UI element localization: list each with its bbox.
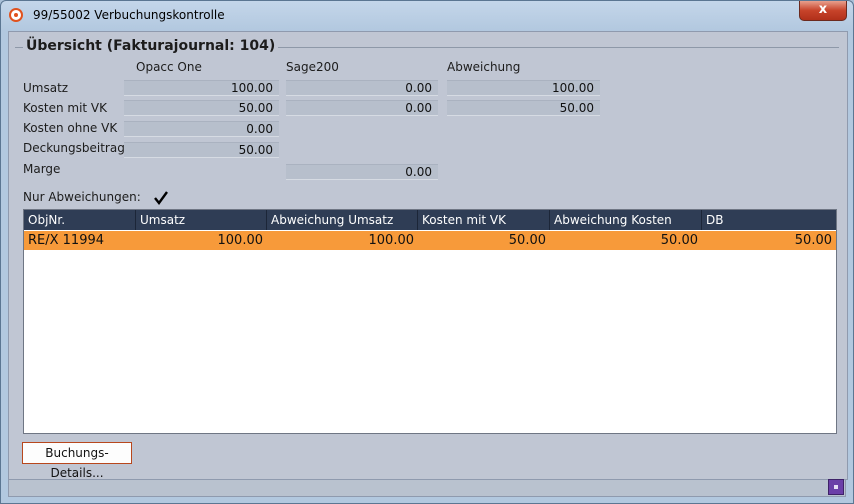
grid-header-objnr[interactable]: ObjNr. xyxy=(24,210,136,230)
status-bar xyxy=(8,479,846,497)
label-umsatz: Umsatz xyxy=(23,81,69,95)
kosten-mit-vk-sage-field[interactable]: 0.00 xyxy=(286,100,438,116)
journal-grid: ObjNr. Umsatz Abweichung Umsatz Kosten m… xyxy=(23,209,837,434)
umsatz-sage-field[interactable]: 0.00 xyxy=(286,80,438,96)
app-icon xyxy=(9,8,23,22)
title-bar: 99/55002 Verbuchungskontrolle x xyxy=(1,1,853,31)
filter-label: Nur Abweichungen: xyxy=(23,190,141,204)
column-header-opacc: Opacc One xyxy=(136,60,202,74)
window: 99/55002 Verbuchungskontrolle x Übersich… xyxy=(0,0,854,504)
cell-kosten-mit-vk[interactable]: 50.00 xyxy=(418,231,550,250)
label-kosten-mit-vk: Kosten mit VK xyxy=(23,101,107,115)
umsatz-abweichung-field[interactable]: 100.00 xyxy=(447,80,600,96)
column-header-abweichung: Abweichung xyxy=(447,60,521,74)
grid-header-kosten-mit-vk[interactable]: Kosten mit VK xyxy=(418,210,550,230)
grid-header-abweichung-kosten[interactable]: Abweichung Kosten xyxy=(550,210,702,230)
column-header-sage: Sage200 xyxy=(286,60,339,74)
window-title: 99/55002 Verbuchungskontrolle xyxy=(33,8,225,22)
grid-header-abweichung-umsatz[interactable]: Abweichung Umsatz xyxy=(267,210,418,230)
kosten-mit-vk-abweichung-field[interactable]: 50.00 xyxy=(447,100,600,116)
dialog-content: Übersicht (Fakturajournal: 104) Opacc On… xyxy=(8,31,848,480)
label-deckungsbeitrag: Deckungsbeitrag xyxy=(23,141,125,155)
kosten-ohne-vk-opacc-field[interactable]: 0.00 xyxy=(124,121,279,137)
marge-sage-field[interactable]: 0.00 xyxy=(286,164,438,180)
grid-header-umsatz[interactable]: Umsatz xyxy=(136,210,267,230)
close-button[interactable]: x xyxy=(799,1,847,21)
umsatz-opacc-field[interactable]: 100.00 xyxy=(124,80,279,96)
deckungsbeitrag-opacc-field[interactable]: 50.00 xyxy=(124,142,279,158)
cell-abweichung-kosten[interactable]: 50.00 xyxy=(550,231,702,250)
cell-umsatz[interactable]: 100.00 xyxy=(136,231,267,250)
label-marge: Marge xyxy=(23,162,61,176)
table-row[interactable]: RE/X 11994 100.00 100.00 50.00 50.00 50.… xyxy=(24,231,836,250)
grid-header: ObjNr. Umsatz Abweichung Umsatz Kosten m… xyxy=(24,210,836,230)
booking-details-button[interactable]: Buchungs-Details... xyxy=(22,442,132,480)
resize-grip-icon[interactable] xyxy=(828,479,844,495)
only-deviations-checkbox[interactable] xyxy=(153,190,169,206)
group-title: Übersicht (Fakturajournal: 104) xyxy=(23,38,279,54)
checkmark-icon xyxy=(154,191,168,205)
kosten-mit-vk-opacc-field[interactable]: 50.00 xyxy=(124,100,279,116)
cell-objnr[interactable]: RE/X 11994 xyxy=(24,231,136,250)
cell-abweichung-umsatz[interactable]: 100.00 xyxy=(267,231,418,250)
label-kosten-ohne-vk: Kosten ohne VK xyxy=(23,121,118,135)
grid-header-db[interactable]: DB xyxy=(702,210,836,230)
cell-db[interactable]: 50.00 xyxy=(702,231,836,250)
